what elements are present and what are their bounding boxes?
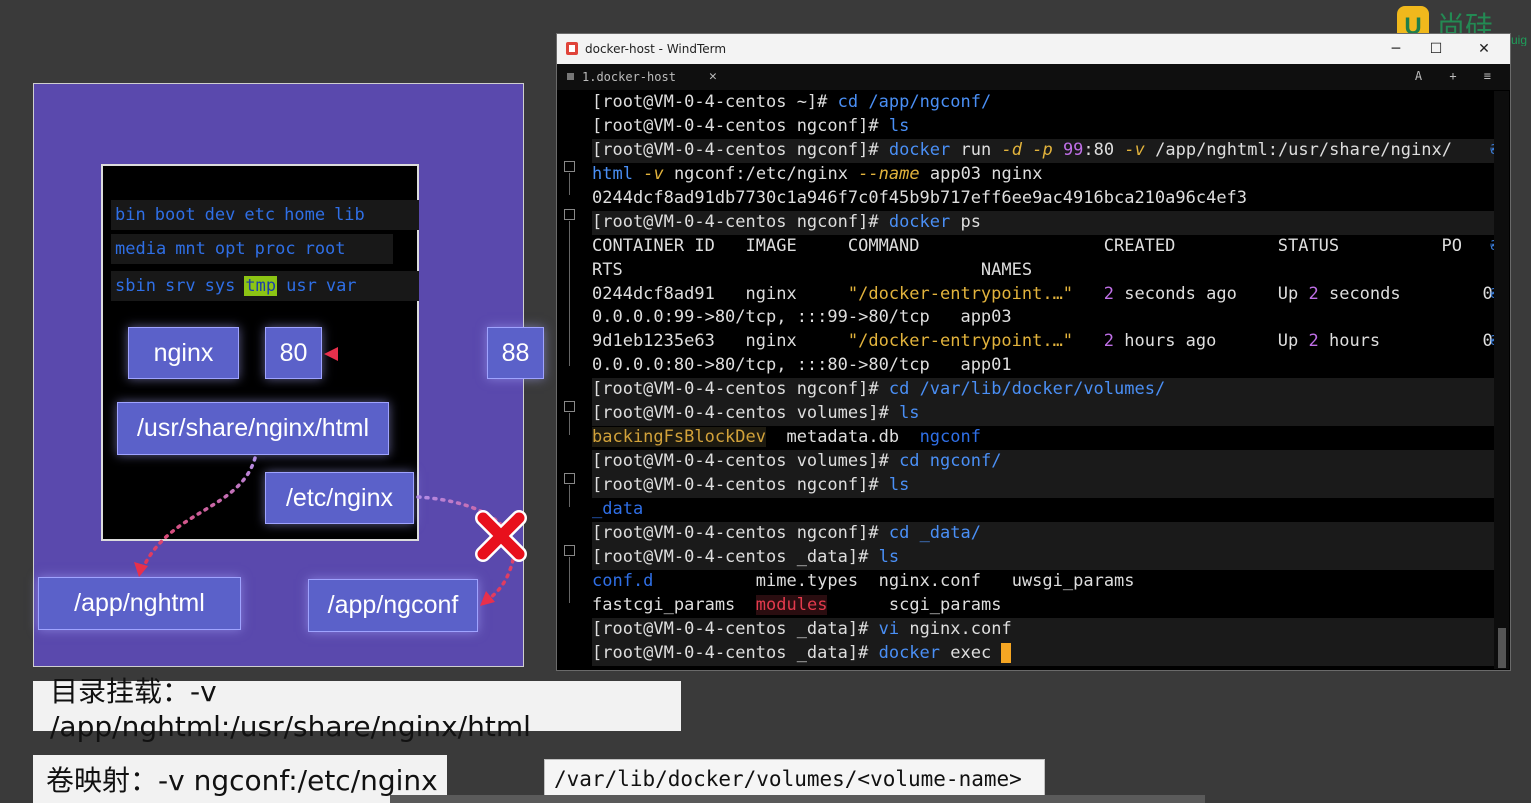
dir-label: usr [286, 276, 317, 296]
terminal-line: [root@VM-0-4-centos volumes]# cd ngconf/ [592, 450, 1496, 474]
terminal-line: [root@VM-0-4-centos ngconf]# cd /var/lib… [592, 378, 1496, 403]
tab-status-icon [567, 73, 574, 80]
terminal-line: [root@VM-0-4-centos ngconf]# docker ps [592, 210, 1496, 235]
dir-label: home [284, 205, 326, 225]
terminal-line: 9d1eb1235e63 nginx "/docker-entrypoint.…… [592, 330, 1503, 354]
scrollbar-thumb[interactable] [1498, 628, 1506, 668]
terminal-line: [root@VM-0-4-centos ngconf]# ls [592, 474, 1496, 498]
terminal-output[interactable]: [root@VM-0-4-centos ~]# cd /app/ngconf/ … [564, 91, 1503, 666]
dir-label: root [304, 239, 346, 259]
terminal-input-line[interactable]: [root@VM-0-4-centos _data]# docker exec [592, 641, 1496, 666]
terminal-line: [root@VM-0-4-centos ngconf]# cd _data/ [592, 521, 1496, 546]
close-button[interactable]: ✕ [1464, 38, 1504, 60]
minimize-button[interactable]: ─ [1376, 38, 1416, 60]
terminal-line: 0.0.0.0:80->80/tcp, :::80->80/tcp app01 [592, 355, 1012, 376]
dir-label: mnt [175, 239, 206, 259]
terminal-line: 0244dcf8ad91db7730c1a946f7c0f45b9b717eff… [592, 187, 1248, 208]
maximize-button[interactable]: ☐ [1416, 38, 1456, 60]
dir-label: sys [204, 276, 236, 296]
dir-label-highlighted: tmp [244, 276, 278, 296]
fold-guide [569, 173, 570, 195]
fold-guide [569, 485, 570, 507]
tab-close-icon[interactable]: ✕ [709, 69, 717, 84]
terminal-line: _data [592, 498, 644, 519]
terminal-scrollbar[interactable] [1494, 91, 1509, 669]
dir-label: var [325, 276, 357, 296]
fold-icon[interactable] [564, 209, 575, 220]
terminal-line: RTS NAMES [592, 259, 1033, 280]
dir-label: srv [164, 276, 196, 296]
fold-icon[interactable] [564, 401, 575, 412]
terminal-line: 0.0.0.0:99->80/tcp, :::99->80/tcp app03 [592, 307, 1012, 328]
host-conf-path-box: /app/ngconf [308, 579, 478, 632]
fold-guide [569, 221, 570, 366]
dir-label: dev [204, 205, 236, 225]
dir-row-3: sbin srv sys tmp usr var [111, 271, 419, 301]
container-html-path-box: /usr/share/nginx/html [117, 402, 389, 455]
windterm-window: docker-host - WindTerm ─ ☐ ✕ 1.docker-ho… [556, 33, 1511, 671]
window-title: docker-host - WindTerm [585, 42, 727, 56]
tab-bar: 1.docker-host ✕ A + ≡ [557, 64, 1510, 90]
dir-row-2: media mnt opt proc root [111, 234, 393, 264]
host-html-path-box: /app/nghtml [38, 577, 241, 630]
terminal-line: [root@VM-0-4-centos _data]# vi nginx.con… [592, 617, 1496, 642]
dir-label: media [115, 239, 167, 259]
tab-docker-host[interactable]: 1.docker-host [582, 70, 676, 84]
text-cursor [1001, 642, 1012, 663]
terminal-line: [root@VM-0-4-centos volumes]# ls [592, 402, 1496, 427]
host-port-box: 88 [487, 327, 544, 379]
bind-mount-caption: 目录挂载：-v /app/nghtml:/usr/share/nginx/htm… [33, 675, 681, 743]
fold-guide [569, 557, 570, 603]
fold-icon[interactable] [564, 161, 575, 172]
container-conf-path-box: /etc/nginx [265, 472, 414, 524]
dir-label: etc [244, 205, 276, 225]
terminal-line: html -v ngconf:/etc/nginx --name app03 n… [592, 163, 1043, 184]
terminal-line: 0244dcf8ad91 nginx "/docker-entrypoint.…… [592, 283, 1503, 307]
dir-label: boot [154, 205, 196, 225]
nginx-box: nginx [128, 327, 239, 379]
terminal-line: [root@VM-0-4-centos ngconf]# ls [592, 115, 910, 136]
dir-row-1: bin boot dev etc home lib [111, 200, 419, 230]
dir-label: lib [334, 205, 365, 225]
title-bar[interactable]: docker-host - WindTerm ─ ☐ ✕ [557, 34, 1510, 64]
windterm-app-icon [566, 42, 578, 55]
terminal-line: [root@VM-0-4-centos _data]# ls [592, 545, 1496, 570]
dir-label: opt [214, 239, 246, 259]
volume-path-caption: /var/lib/docker/volumes/<volume-name> [544, 759, 1045, 799]
video-progress-bar[interactable] [390, 795, 1205, 803]
container-port-box: 80 [265, 327, 322, 379]
terminal-line: [root@VM-0-4-centos ngconf]# docker run … [592, 138, 1498, 163]
tab-toolbar-icons[interactable]: A + ≡ [1415, 69, 1501, 83]
terminal-line: fastcgi_params modules scgi_params [592, 594, 1002, 615]
svg-text:uig: uig [1511, 33, 1527, 46]
fold-icon[interactable] [564, 545, 575, 556]
terminal-line: CONTAINER ID IMAGE COMMAND CREATED STATU… [592, 235, 1498, 259]
volume-map-caption: 卷映射：-v ngconf:/etc/nginx [33, 755, 447, 803]
dir-label: proc [254, 239, 296, 259]
fold-guide [569, 413, 570, 435]
terminal-line: conf.d mime.types nginx.conf uwsgi_param… [592, 570, 1135, 591]
terminal-line: backingFsBlockDev metadata.db ngconf [592, 427, 981, 448]
dir-label: bin [115, 205, 146, 225]
fold-icon[interactable] [564, 473, 575, 484]
terminal-line: [root@VM-0-4-centos ~]# cd /app/ngconf/ [592, 92, 992, 112]
dir-label: sbin [115, 276, 156, 296]
